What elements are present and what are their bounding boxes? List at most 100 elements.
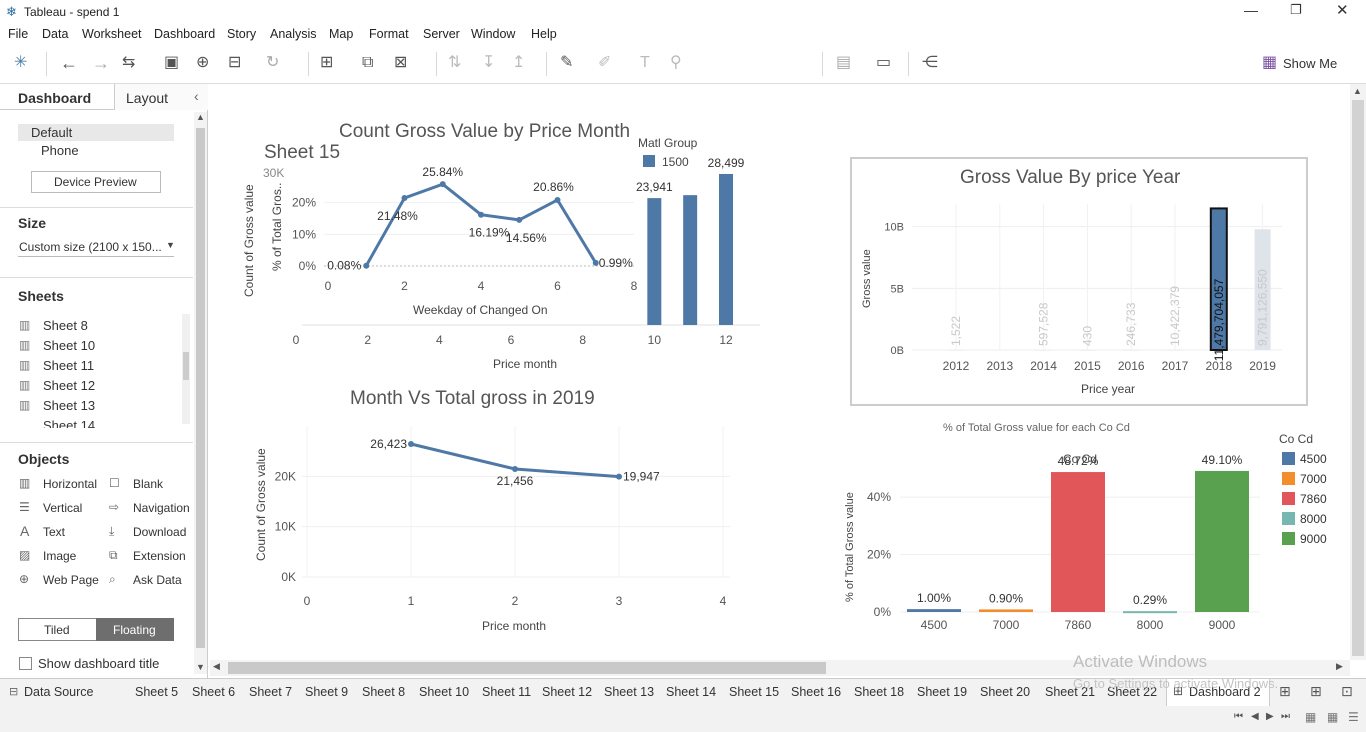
- replace-data-icon[interactable]: ⇆: [122, 54, 135, 72]
- object-download[interactable]: Download: [133, 525, 186, 539]
- new-worksheet-icon[interactable]: ⊞: [320, 54, 333, 72]
- scroll-left-icon[interactable]: ◀: [213, 661, 220, 672]
- grid-view-icon[interactable]: ▦: [1327, 710, 1338, 724]
- tab-sheet[interactable]: Sheet 18: [854, 685, 904, 699]
- tab-sheet[interactable]: Sheet 16: [791, 685, 841, 699]
- scroll-up-icon[interactable]: ▲: [196, 112, 205, 122]
- menu-format[interactable]: Format: [369, 27, 409, 41]
- save-icon[interactable]: ▣: [164, 54, 179, 72]
- pause-updates-icon[interactable]: ⊟: [228, 54, 241, 72]
- menu-file[interactable]: File: [8, 27, 28, 41]
- redo-icon[interactable]: →: [92, 54, 110, 72]
- prev-sheet-icon[interactable]: ◀: [1251, 711, 1259, 722]
- duplicate-sheet-icon[interactable]: ⧉: [362, 54, 373, 72]
- scroll-down-icon[interactable]: ▼: [196, 662, 205, 672]
- menu-dashboard[interactable]: Dashboard: [154, 27, 215, 41]
- sheet-icon-used: ▥: [19, 358, 31, 372]
- first-sheet-icon[interactable]: ⏮: [1234, 711, 1243, 722]
- object-ask-data[interactable]: Ask Data: [133, 573, 182, 587]
- sort-ascending-icon[interactable]: ↧: [482, 54, 495, 72]
- tab-sheet[interactable]: Sheet 9: [305, 685, 348, 699]
- tab-dashboard[interactable]: Dashboard: [18, 90, 91, 106]
- tab-sheet[interactable]: Sheet 10: [419, 685, 469, 699]
- y-tick-label: 20%: [292, 196, 316, 210]
- tab-sheet[interactable]: Sheet 13: [604, 685, 654, 699]
- share-icon[interactable]: ⋲: [922, 54, 938, 72]
- menu-server[interactable]: Server: [423, 27, 460, 41]
- close-icon[interactable]: ✕: [1336, 1, 1349, 19]
- object-blank[interactable]: Blank: [133, 477, 163, 491]
- menu-data[interactable]: Data: [42, 27, 68, 41]
- list-view-icon[interactable]: ☰: [1348, 710, 1359, 724]
- tab-sheet[interactable]: Sheet 14: [666, 685, 716, 699]
- sheet-list-item[interactable]: Sheet 10: [43, 338, 95, 353]
- new-story-tab-icon[interactable]: ⊡: [1341, 683, 1353, 700]
- tableau-home-icon[interactable]: ✳: [14, 54, 27, 72]
- collapse-pane-icon[interactable]: ‹: [194, 88, 199, 104]
- show-me-button[interactable]: Show Me: [1283, 56, 1337, 71]
- next-sheet-icon[interactable]: ▶: [1266, 711, 1274, 722]
- tab-sheet[interactable]: Sheet 12: [542, 685, 592, 699]
- menu-help[interactable]: Help: [531, 27, 557, 41]
- filmstrip-view-icon[interactable]: ▦: [1305, 710, 1316, 724]
- menu-analysis[interactable]: Analysis: [270, 27, 317, 41]
- object-extension[interactable]: Extension: [133, 549, 186, 563]
- object-navigation[interactable]: Navigation: [133, 501, 190, 515]
- tab-sheet[interactable]: Sheet 7: [249, 685, 292, 699]
- annotate-icon[interactable]: ✐: [598, 54, 611, 72]
- pane-scrollbar-thumb[interactable]: [196, 128, 205, 648]
- sheets-scrollbar-thumb[interactable]: [183, 352, 189, 380]
- tab-sheet[interactable]: Sheet 15: [729, 685, 779, 699]
- new-dashboard-tab-icon[interactable]: ⊞: [1310, 683, 1322, 700]
- tab-sheet[interactable]: Sheet 8: [362, 685, 405, 699]
- menu-story[interactable]: Story: [227, 27, 256, 41]
- restore-icon[interactable]: ❐: [1290, 2, 1302, 18]
- bar-coc-cd: [1123, 611, 1177, 614]
- scroll-right-icon[interactable]: ▶: [1336, 661, 1343, 672]
- label-icon[interactable]: T: [640, 54, 650, 72]
- sheet-list-item[interactable]: Sheet 8: [43, 318, 88, 333]
- refresh-icon[interactable]: ↻: [266, 54, 279, 72]
- swap-axes-icon[interactable]: ⇅: [448, 54, 461, 72]
- object-horizontal[interactable]: Horizontal: [43, 477, 97, 491]
- sheet-list-item[interactable]: Sheet 13: [43, 398, 95, 413]
- sheet-list-item[interactable]: Sheet 12: [43, 378, 95, 393]
- object-text[interactable]: Text: [43, 525, 65, 539]
- tab-sheet[interactable]: Sheet 20: [980, 685, 1030, 699]
- canvas-hscrollbar-thumb[interactable]: [228, 662, 826, 674]
- clear-sheet-icon[interactable]: ⊠: [394, 54, 407, 72]
- tab-sheet[interactable]: Sheet 11: [482, 685, 531, 699]
- object-image[interactable]: Image: [43, 549, 76, 563]
- show-cards-icon[interactable]: ▤: [836, 54, 851, 72]
- undo-icon[interactable]: ←: [60, 54, 78, 72]
- menu-map[interactable]: Map: [329, 27, 353, 41]
- device-phone[interactable]: Phone: [41, 143, 79, 158]
- new-worksheet-tab-icon[interactable]: ⊞: [1279, 683, 1291, 700]
- object-web-page[interactable]: Web Page: [43, 573, 99, 587]
- scroll-up-icon[interactable]: ▲: [1353, 86, 1362, 96]
- point-data-label: 16.19%: [469, 226, 510, 240]
- show-me-icon[interactable]: ▦: [1262, 54, 1277, 72]
- new-data-source-icon[interactable]: ⊕: [196, 54, 209, 72]
- canvas-vscrollbar-thumb[interactable]: [1352, 100, 1364, 656]
- menu-worksheet[interactable]: Worksheet: [82, 27, 142, 41]
- show-title-checkbox[interactable]: [19, 657, 32, 670]
- tab-sheet[interactable]: Sheet 19: [917, 685, 967, 699]
- tab-layout[interactable]: Layout: [126, 90, 168, 106]
- point-data-label: 14.56%: [506, 231, 547, 245]
- menu-window[interactable]: Window: [471, 27, 515, 41]
- presentation-mode-icon[interactable]: ▭: [876, 54, 891, 72]
- sort-descending-icon[interactable]: ↥: [512, 54, 525, 72]
- minimize-icon[interactable]: —: [1244, 2, 1258, 18]
- pin-icon[interactable]: ⚲: [670, 54, 682, 72]
- last-sheet-icon[interactable]: ⏭: [1281, 711, 1290, 722]
- device-default[interactable]: Default: [31, 125, 72, 140]
- sheet-list-item[interactable]: Sheet 11: [43, 358, 94, 373]
- tab-sheet[interactable]: Sheet 6: [192, 685, 235, 699]
- object-vertical[interactable]: Vertical: [43, 501, 82, 515]
- tab-data-source[interactable]: Data Source: [24, 685, 93, 699]
- highlight-icon[interactable]: ✎: [560, 54, 573, 72]
- sheet-list-item[interactable]: Sheet 14: [43, 418, 95, 428]
- tab-sheet[interactable]: Sheet 5: [135, 685, 178, 699]
- divider: [0, 442, 193, 443]
